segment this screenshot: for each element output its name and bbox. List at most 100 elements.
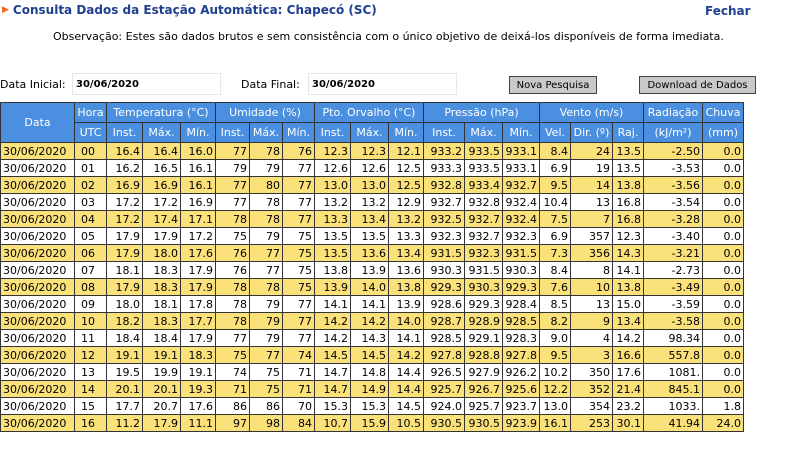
table-cell: 18.3 [142, 278, 181, 296]
new-search-button[interactable]: Nova Pesquisa [509, 76, 597, 94]
start-date-label: Data Inicial: [0, 78, 66, 91]
table-cell: 14.1 [388, 329, 424, 347]
table-cell: 12.5 [388, 176, 424, 194]
table-cell: 928.5 [423, 329, 465, 347]
table-cell: 30/06/2020 [0, 227, 75, 245]
table-cell: 86 [249, 397, 283, 415]
table-cell: 14.2 [314, 312, 351, 330]
table-cell: 04 [74, 210, 107, 228]
table-cell: 18.3 [180, 346, 216, 364]
table-row: 30/06/2020 06 17.9 18.0 17.6 76 77 75 13.5 13.6 13… [0, 244, 744, 262]
download-data-button[interactable]: Download de Dados [639, 76, 756, 94]
table-cell: 17.2 [106, 210, 143, 228]
table-cell: 14.0 [350, 278, 389, 296]
table-cell: 08 [74, 278, 107, 296]
table-cell: 13.6 [350, 244, 389, 262]
table-cell: 17.1 [180, 210, 216, 228]
table-cell: 13.9 [350, 261, 389, 279]
table-cell: 16.1 [180, 159, 216, 177]
table-cell: 30/06/2020 [0, 363, 75, 381]
table-cell: 16.9 [106, 176, 143, 194]
table-cell: 19.1 [142, 346, 181, 364]
table-cell: 8 [570, 261, 613, 279]
table-cell: 1033. [643, 397, 703, 415]
sub-header-cell: Inst. [314, 122, 351, 143]
table-cell: 17.9 [180, 278, 216, 296]
table-cell: 03 [74, 193, 107, 211]
start-date-input[interactable]: 30/06/2020 [72, 73, 221, 95]
close-link[interactable]: Fechar [705, 4, 751, 18]
table-cell: 9.5 [539, 346, 571, 364]
table-cell: 0.0 [702, 346, 744, 364]
table-cell: 932.7 [464, 210, 503, 228]
table-cell: 97 [215, 414, 250, 432]
table-cell: 10.2 [539, 363, 571, 381]
table-cell: 14.2 [612, 329, 644, 347]
table-row: 30/06/2020 11 18.4 18.4 17.9 77 79 77 14.2 14.3 14… [0, 329, 744, 347]
table-cell: 17.9 [142, 414, 181, 432]
table-cell: 75 [249, 363, 283, 381]
table-cell: 8.4 [539, 142, 571, 160]
table-cell: 932.3 [423, 227, 465, 245]
table-cell: 1.8 [702, 397, 744, 415]
table-cell: 17.9 [106, 244, 143, 262]
table-cell: 0.0 [702, 295, 744, 313]
sub-header-row: UTC Inst. Máx. Mín. Inst. Máx. Mín. Inst. Máx. Mí… [1, 122, 744, 143]
table-cell: 77 [282, 210, 315, 228]
table-cell: 14.5 [350, 346, 389, 364]
table-cell: 7.6 [539, 278, 571, 296]
table-cell: 356 [570, 244, 613, 262]
header-pressao: Pressão (hPa) [423, 102, 540, 123]
table-cell: 77 [249, 244, 283, 262]
table-cell: 24 [570, 142, 613, 160]
sub-header-cell: Máx. [350, 122, 389, 143]
table-cell: 928.3 [502, 329, 540, 347]
table-cell: 13.2 [388, 210, 424, 228]
table-cell: 30/06/2020 [0, 295, 75, 313]
table-cell: 12.3 [314, 142, 351, 160]
table-cell: 80 [249, 176, 283, 194]
page-title-text: Consulta Dados da Estação Automática: Ch… [12, 3, 377, 17]
table-cell: 13 [570, 193, 613, 211]
table-cell: 79 [215, 159, 250, 177]
table-cell: -3.59 [643, 295, 703, 313]
table-cell: 14.9 [350, 380, 389, 398]
table-cell: 16.4 [106, 142, 143, 160]
table-cell: 18.3 [142, 312, 181, 330]
table-cell: 09 [74, 295, 107, 313]
table-cell: -2.73 [643, 261, 703, 279]
table-cell: 0.0 [702, 210, 744, 228]
table-cell: 932.3 [464, 244, 503, 262]
table-cell: 10.4 [539, 193, 571, 211]
table-cell: 13.6 [388, 261, 424, 279]
table-row: 30/06/2020 14 20.1 20.1 19.3 71 75 71 14.7 14.9 14… [0, 380, 744, 398]
arrow-right-icon: ▶ [2, 5, 9, 15]
table-cell: 350 [570, 363, 613, 381]
table-cell: 927.8 [502, 346, 540, 364]
table-cell: 16.0 [180, 142, 216, 160]
table-cell: 18.1 [142, 295, 181, 313]
table-cell: 74 [215, 363, 250, 381]
sub-header-cell: Máx. [142, 122, 181, 143]
sub-header-cell: Inst. [423, 122, 465, 143]
table-cell: 16.8 [612, 193, 644, 211]
table-cell: 78 [249, 278, 283, 296]
table-cell: 15.3 [314, 397, 351, 415]
table-cell: 24.0 [702, 414, 744, 432]
table-cell: 77 [215, 193, 250, 211]
table-cell: 932.8 [464, 193, 503, 211]
table-cell: 19.1 [180, 363, 216, 381]
table-cell: 12.3 [350, 142, 389, 160]
end-date-input[interactable]: 30/06/2020 [308, 73, 457, 95]
table-cell: 923.7 [502, 397, 540, 415]
table-cell: 78 [215, 312, 250, 330]
table-cell: -3.53 [643, 159, 703, 177]
table-cell: 30/06/2020 [0, 159, 75, 177]
table-cell: 18.2 [106, 312, 143, 330]
table-cell: 13.8 [388, 278, 424, 296]
table-cell: 13.9 [388, 295, 424, 313]
table-cell: 00 [74, 142, 107, 160]
table-cell: 13.5 [612, 159, 644, 177]
header-chuva: Chuva [702, 102, 744, 123]
table-cell: 13.5 [350, 227, 389, 245]
